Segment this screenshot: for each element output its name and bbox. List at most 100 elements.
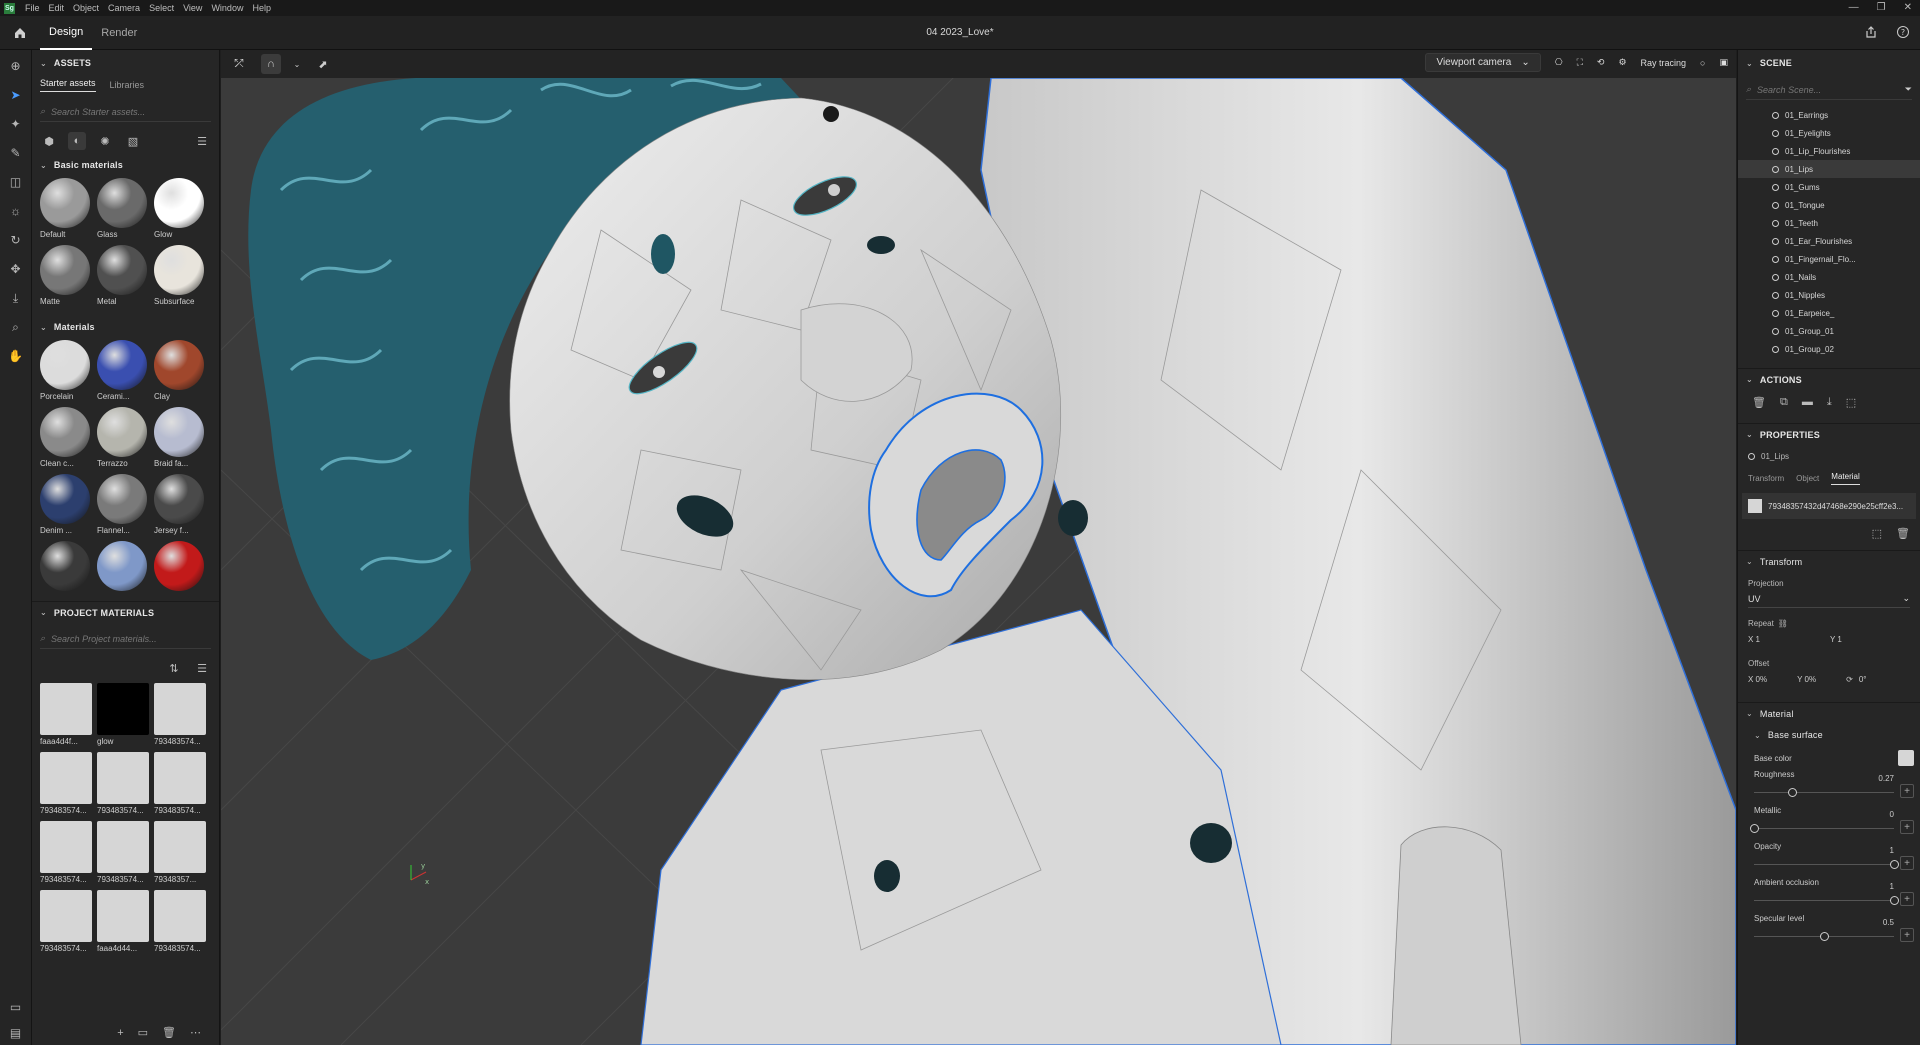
cube-icon[interactable]: ◫ [5, 172, 27, 192]
drop-to-ground-icon[interactable]: ⤓ [5, 288, 27, 308]
viewport-canvas[interactable]: x y [221, 50, 1736, 1045]
material-card[interactable]: Glow [154, 178, 206, 239]
menu-camera[interactable]: Camera [108, 3, 140, 13]
drop-icon[interactable]: ⤓ [1827, 396, 1832, 409]
tab-starter-assets[interactable]: Starter assets [40, 78, 96, 92]
slider-handle[interactable] [1820, 932, 1829, 941]
base-surface-header[interactable]: ⌄ Base surface [1738, 724, 1920, 746]
rotation-field[interactable]: 0° [1859, 675, 1867, 684]
basic-materials-header[interactable]: ⌄ Basic materials [32, 154, 219, 176]
menu-view[interactable]: View [183, 3, 202, 13]
menu-select[interactable]: Select [149, 3, 174, 13]
assigned-material[interactable]: 79348357432d47468e290e25cff2e3... [1742, 493, 1916, 519]
images-filter-icon[interactable]: ▧ [124, 132, 142, 150]
scene-item[interactable]: 01_Nipples [1738, 286, 1920, 304]
property-slider[interactable] [1754, 860, 1899, 869]
base-color-swatch[interactable] [1898, 750, 1914, 766]
scene-item[interactable]: 01_Fingernail_Flo... [1738, 250, 1920, 268]
hand-icon[interactable]: ✋ [5, 346, 27, 366]
starter-search-input[interactable]: Search Starter assets... [51, 107, 145, 117]
slider-handle[interactable] [1750, 824, 1759, 833]
property-slider[interactable] [1754, 896, 1899, 905]
layout-icon[interactable]: ▤ [5, 1023, 27, 1043]
orbit-icon[interactable]: ↻ [5, 230, 27, 250]
project-material-card[interactable]: 793483574... [97, 752, 149, 815]
scene-search[interactable]: ⌕ Search Scene... ⏷ [1746, 80, 1912, 100]
tab-design[interactable]: Design [40, 16, 93, 50]
menu-edit[interactable]: Edit [49, 3, 65, 13]
panel-toggle-icon[interactable]: ▭ [5, 997, 27, 1017]
more-icon[interactable]: ⋯ [190, 1026, 201, 1039]
scene-item[interactable]: 01_Gums [1738, 178, 1920, 196]
property-slider[interactable] [1750, 824, 1894, 833]
material-card[interactable]: Cerami... [97, 340, 149, 401]
material-card[interactable]: Default [40, 178, 92, 239]
folder-icon[interactable]: ▭ [138, 1026, 148, 1039]
materials-header[interactable]: ⌄ Materials [32, 316, 219, 338]
snap-icon[interactable]: ∩ [261, 54, 281, 74]
material-card[interactable]: Porcelain [40, 340, 92, 401]
light-icon[interactable]: ☼ [5, 201, 27, 221]
scene-item[interactable]: 01_Group_02 [1738, 340, 1920, 358]
camera-select[interactable]: Viewport camera ⌄ [1425, 53, 1541, 72]
assets-header[interactable]: ⌄ ASSETS [32, 52, 219, 74]
scene-header[interactable]: ⌄ SCENE [1738, 52, 1920, 74]
zoom-icon[interactable]: ⌕ [5, 317, 27, 337]
offset-y-field[interactable]: Y 0% [1797, 675, 1816, 684]
export-icon[interactable]: ⬚ [1872, 527, 1882, 540]
move-icon[interactable]: ✥ [5, 259, 27, 279]
home-button[interactable] [0, 26, 40, 40]
export-icon[interactable]: ⬚ [1846, 396, 1856, 409]
material-card[interactable]: Glass [97, 178, 149, 239]
slider-handle[interactable] [1787, 788, 1797, 797]
menu-object[interactable]: Object [73, 3, 99, 13]
project-material-card[interactable]: 79348357... [154, 821, 206, 884]
scene-item[interactable]: 01_Teeth [1738, 214, 1920, 232]
add-texture-button[interactable]: + [1900, 892, 1914, 906]
projection-select[interactable]: UV ⌄ [1748, 590, 1910, 608]
project-material-card[interactable]: 793483574... [154, 683, 206, 746]
offset-x-field[interactable]: X 0% [1748, 675, 1767, 684]
duplicate-icon[interactable]: ⧉ [1780, 396, 1788, 409]
material-card[interactable]: Flannel... [97, 474, 149, 535]
tab-transform[interactable]: Transform [1748, 474, 1784, 483]
slider-handle[interactable] [1890, 860, 1899, 869]
project-material-card[interactable]: 793483574... [154, 890, 206, 953]
scene-item[interactable]: 01_Nails [1738, 268, 1920, 286]
tab-object[interactable]: Object [1796, 474, 1819, 483]
project-material-card[interactable]: 793483574... [40, 752, 92, 815]
render-preview-icon[interactable]: ▣ [1719, 57, 1728, 68]
group-folder-icon[interactable]: ▬ [1802, 396, 1813, 409]
material-card[interactable] [40, 541, 92, 593]
paint-select-icon[interactable]: ✎ [5, 143, 27, 163]
camera-reset-icon[interactable]: ⟲ [1597, 57, 1605, 68]
project-material-card[interactable]: 793483574... [97, 821, 149, 884]
material-card[interactable] [97, 541, 149, 593]
scene-item[interactable]: 01_Eyelights [1738, 124, 1920, 142]
actions-header[interactable]: ⌄ ACTIONS [1738, 368, 1920, 390]
filter-icon[interactable]: ⏷ [1905, 84, 1912, 95]
project-materials-header[interactable]: ⌄ PROJECT MATERIALS [32, 601, 219, 623]
transform-header[interactable]: ⌄ Transform [1738, 550, 1920, 572]
scene-item[interactable]: 01_Lip_Flourishes [1738, 142, 1920, 160]
project-search[interactable]: ⌕ Search Project materials... [40, 629, 211, 649]
magic-select-icon[interactable]: ✦ [5, 114, 27, 134]
project-material-card[interactable]: faaa4d44... [97, 890, 149, 953]
tab-render[interactable]: Render [92, 16, 146, 50]
ray-tracing-toggle[interactable]: ○ [1700, 58, 1705, 68]
maximize-icon[interactable]: ❐ [1877, 2, 1886, 13]
repeat-y-field[interactable]: Y 1 [1830, 635, 1842, 644]
scene-search-input[interactable]: Search Scene... [1757, 85, 1821, 95]
project-material-card[interactable]: 793483574... [40, 890, 92, 953]
project-material-card[interactable]: 793483574... [40, 821, 92, 884]
material-card[interactable]: Clean c... [40, 407, 92, 468]
project-material-card[interactable]: 793483574... [154, 752, 206, 815]
camera-bookmark-icon[interactable]: ⎔ [1555, 57, 1563, 68]
property-slider[interactable] [1754, 932, 1894, 941]
tab-libraries[interactable]: Libraries [110, 80, 145, 90]
transform-icon[interactable]: ⤱ [229, 54, 249, 74]
close-icon[interactable]: ✕ [1904, 2, 1912, 13]
menu-help[interactable]: Help [252, 3, 271, 13]
viewport[interactable]: x y ⤱ ∩ ⌄ ⬈ Viewport camera ⌄ ⎔ ⛶ ⟲ ⚙ Ra… [221, 50, 1736, 1045]
material-card[interactable]: Braid fa... [154, 407, 206, 468]
